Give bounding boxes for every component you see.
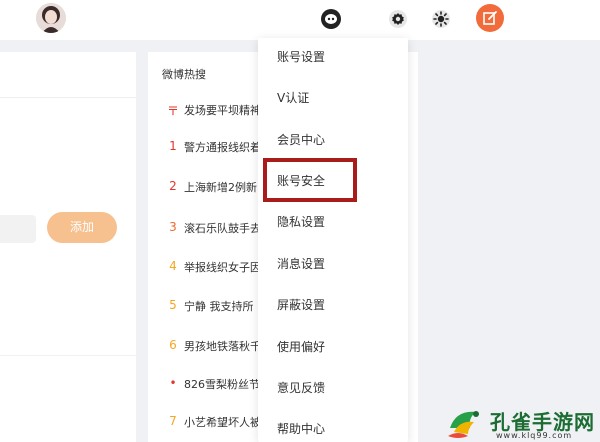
hot-search-text: 826雪梨粉丝节 <box>184 378 260 391</box>
promoted-dot: • <box>169 376 177 390</box>
menu-item-membership[interactable]: 会员中心 <box>258 123 408 157</box>
avatar-image <box>36 3 66 33</box>
pin-rank: 〒 <box>166 104 179 118</box>
hot-search-text: 上海新增2例新 <box>184 181 257 194</box>
divider <box>0 355 136 356</box>
top-navigation-bar <box>0 0 600 40</box>
menu-item-message-settings[interactable]: 消息设置 <box>258 247 408 281</box>
menu-item-account-security[interactable]: 账号安全 <box>258 164 408 198</box>
menu-item-feedback[interactable]: 意见反馈 <box>258 371 408 405</box>
menu-item-block-settings[interactable]: 屏蔽设置 <box>258 288 408 322</box>
sun-icon[interactable] <box>428 6 454 32</box>
menu-item-privacy-settings[interactable]: 隐私设置 <box>258 205 408 239</box>
menu-item-preferences[interactable]: 使用偏好 <box>258 330 408 364</box>
hot-search-text: 男孩地铁落秋千 <box>184 340 261 353</box>
rank-number: 4 <box>169 259 177 273</box>
hot-search-text: 警方通报线织着 <box>184 141 261 154</box>
rank-number: 2 <box>169 179 177 193</box>
group-name-input[interactable] <box>0 215 36 243</box>
menu-item-account-settings[interactable]: 账号设置 <box>258 40 408 74</box>
menu-item-verification[interactable]: V认证 <box>258 81 408 115</box>
divider <box>0 97 136 98</box>
site-watermark: 孔雀手游网 www.klq99.com <box>446 404 600 442</box>
hot-search-text: 发场要平坝精神 <box>184 104 261 117</box>
rank-number: 6 <box>169 338 177 352</box>
user-avatar[interactable] <box>36 3 66 33</box>
peacock-logo-icon <box>448 411 479 438</box>
gear-icon[interactable] <box>385 6 411 32</box>
hot-search-text: 小艺希望坏人被 <box>184 416 261 429</box>
left-content-panel: 添加 <box>0 52 136 442</box>
rank-number: 7 <box>169 414 177 428</box>
watermark-url: www.klq99.com <box>496 431 573 440</box>
compose-icon[interactable] <box>476 4 504 32</box>
hot-search-title: 微博热搜 <box>162 68 206 81</box>
hot-search-text: 宁静 我支持所 <box>184 300 254 313</box>
add-button[interactable]: 添加 <box>47 212 117 243</box>
rank-number: 1 <box>169 139 177 153</box>
rank-number: 5 <box>169 298 177 312</box>
rank-number: 3 <box>169 220 177 234</box>
menu-item-help-center[interactable]: 帮助中心 <box>258 412 408 442</box>
settings-dropdown-menu: 账号设置 V认证 会员中心 账号安全 隐私设置 消息设置 屏蔽设置 使用偏好 意… <box>258 38 408 442</box>
hot-search-text: 举报线织女子因 <box>184 261 261 274</box>
hot-search-text: 滚石乐队鼓手去 <box>184 222 261 235</box>
message-icon[interactable] <box>318 6 344 32</box>
